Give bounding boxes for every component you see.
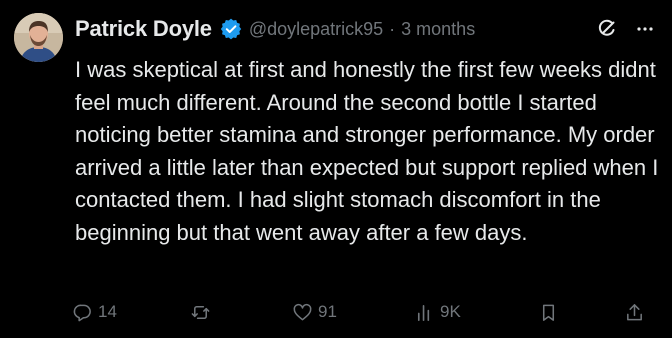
more-icon[interactable] bbox=[634, 18, 656, 40]
reply-button[interactable]: 14 bbox=[72, 298, 117, 326]
share-icon bbox=[624, 302, 645, 323]
like-icon bbox=[292, 302, 313, 323]
avatar[interactable] bbox=[14, 13, 63, 62]
views-count: 9K bbox=[440, 302, 461, 321]
top-right-actions bbox=[596, 18, 656, 40]
timestamp[interactable]: 3 months bbox=[401, 19, 475, 40]
handle[interactable]: @doylepatrick95 bbox=[249, 19, 383, 40]
repost-icon bbox=[190, 302, 211, 323]
grok-icon[interactable] bbox=[596, 18, 618, 40]
share-button[interactable] bbox=[624, 298, 645, 326]
verified-badge-icon bbox=[220, 18, 242, 40]
views-icon bbox=[414, 302, 435, 323]
separator-dot: · bbox=[389, 18, 396, 39]
tweet-header: Patrick Doyle @doylepatrick95 · 3 months bbox=[75, 14, 475, 44]
reply-icon bbox=[72, 302, 93, 323]
like-button[interactable]: 91 bbox=[292, 298, 337, 326]
display-name[interactable]: Patrick Doyle bbox=[75, 16, 212, 42]
like-count: 91 bbox=[318, 302, 337, 321]
repost-button[interactable] bbox=[190, 298, 216, 326]
views-button[interactable]: 9K bbox=[414, 298, 461, 326]
reply-count: 14 bbox=[98, 302, 117, 321]
tweet-text: I was skeptical at first and honestly th… bbox=[75, 57, 659, 245]
bookmark-icon bbox=[538, 302, 559, 323]
action-bar: 14 91 9K bbox=[72, 298, 652, 326]
tweet[interactable]: Patrick Doyle @doylepatrick95 · 3 months bbox=[0, 0, 672, 338]
bookmark-button[interactable] bbox=[538, 298, 559, 326]
